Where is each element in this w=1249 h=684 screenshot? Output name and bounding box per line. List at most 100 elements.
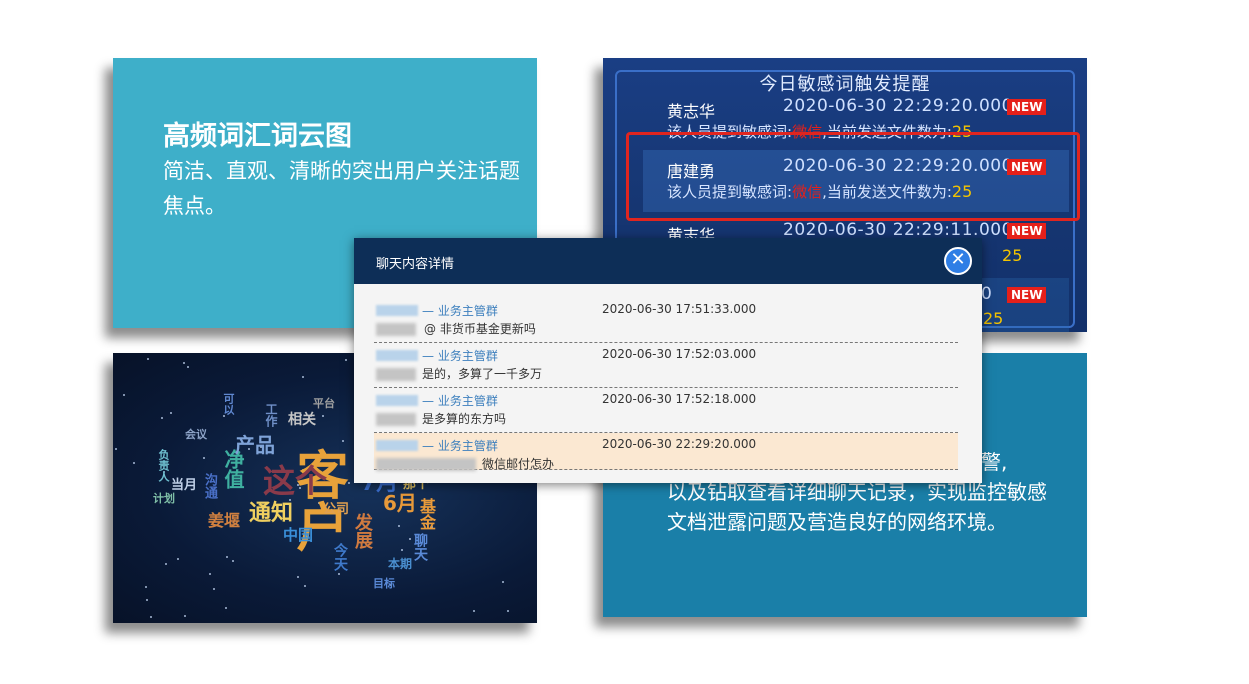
card-title: 高频词汇词云图 [163, 121, 352, 152]
word-cloud-word: 当月 [171, 478, 198, 493]
word-cloud-word: 今天 [332, 543, 348, 571]
blurred-sender [376, 395, 418, 406]
message-group: — 业务主管群 [422, 439, 498, 453]
message-group: — 业务主管群 [422, 304, 498, 318]
star [203, 457, 205, 459]
star [187, 366, 189, 368]
chat-message[interactable]: — 业务主管群 2020-06-30 17:52:18.000 是多算的东方吗 [374, 388, 958, 433]
word-cloud-word: 会议 [185, 428, 207, 441]
chat-message[interactable]: — 业务主管群 2020-06-30 17:52:03.000 是的，多算了一千… [374, 343, 958, 388]
alert-time: 2020-06-30 22:29:11.000 [783, 220, 1013, 240]
modal-header: 聊天内容详情 ✕ [354, 238, 982, 284]
message-time: 2020-06-30 17:52:03.000 [602, 347, 757, 361]
star [398, 525, 400, 527]
new-badge: NEW [1007, 223, 1047, 239]
word-cloud-word: 通知 [249, 501, 294, 526]
word-cloud-word: 平台 [313, 397, 335, 410]
alert-time: 2020-06-30 22:29:20.000 [783, 96, 1013, 116]
star [165, 563, 167, 565]
chat-message-highlighted[interactable]: — 业务主管群 2020-06-30 22:29:20.000 微信邮付怎办 [374, 433, 958, 471]
star [177, 558, 179, 560]
star [232, 560, 234, 562]
star [161, 417, 163, 419]
message-text: 微信邮付怎办 [482, 457, 555, 471]
chat-message[interactable]: — 业务主管群 2020-06-30 17:51:33.000 @ 非货币基金更… [374, 298, 958, 343]
blurred-receiver [376, 458, 476, 471]
word-cloud-word: 可以 [222, 393, 235, 415]
word-cloud-word: 公司 [323, 502, 350, 517]
star [115, 448, 117, 450]
close-icon[interactable]: ✕ [944, 247, 972, 275]
star [304, 585, 306, 587]
star [322, 415, 324, 417]
star [302, 376, 304, 378]
new-badge: NEW [1007, 287, 1047, 303]
word-cloud-word: 负责人 [157, 449, 170, 482]
message-time: 2020-06-30 17:51:33.000 [602, 302, 757, 316]
star [226, 556, 228, 558]
star [409, 538, 411, 540]
message-group: — 业务主管群 [422, 349, 498, 363]
blurred-receiver [376, 323, 416, 336]
star [507, 610, 509, 612]
star [184, 615, 186, 617]
new-badge: NEW [1007, 99, 1047, 115]
blurred-receiver [376, 413, 416, 426]
word-cloud-word: 基金 [417, 498, 436, 530]
message-text: 是的，多算了一千多万 [422, 367, 543, 381]
word-cloud-word: 相关 [288, 412, 316, 428]
star [209, 573, 211, 575]
file-count: 25 [1002, 246, 1023, 265]
star [297, 576, 299, 578]
blurred-sender [376, 440, 418, 451]
card-description: 简洁、直观、清晰的突出用户关注话题焦点。 [163, 159, 520, 218]
word-cloud-word: 目标 [373, 577, 395, 590]
star [223, 415, 225, 417]
star [183, 362, 185, 364]
star [473, 610, 475, 612]
star [338, 573, 340, 575]
word-cloud-word: 计划 [153, 492, 175, 505]
word-cloud-word: 工作 [264, 403, 278, 427]
star [345, 359, 347, 361]
star [170, 412, 172, 414]
word-cloud-word: 沟通 [202, 473, 217, 499]
star [123, 394, 125, 396]
star [146, 599, 148, 601]
file-count: 25 [983, 309, 1004, 328]
message-time: 2020-06-30 22:29:20.000 [602, 437, 757, 451]
word-cloud-word: 6月 [383, 491, 417, 515]
message-text: @ 非货币基金更新吗 [424, 322, 536, 336]
word-cloud-word: 姜堰 [208, 511, 241, 530]
word-cloud-word: 这个 [263, 462, 328, 500]
star [145, 586, 147, 588]
star [225, 607, 227, 609]
word-cloud-word: 产品 [235, 433, 275, 457]
alert-name: 黄志华 [667, 102, 716, 121]
blurred-receiver [376, 368, 416, 381]
selection-highlight-box [626, 132, 1080, 221]
star [342, 440, 344, 442]
description-rest: 以及钻取查看详细聊天记录，实现监控敏感文档泄露问题及营造良好的网络环境。 [667, 480, 1047, 534]
modal-title: 聊天内容详情 [376, 257, 455, 272]
star [133, 462, 135, 464]
word-cloud-word: 本期 [388, 557, 413, 571]
star [150, 616, 152, 618]
star [213, 588, 215, 590]
alert-detail: 25 [983, 309, 1003, 328]
word-cloud-word: 发展 [352, 513, 373, 549]
chat-detail-modal: 聊天内容详情 ✕ — 业务主管群 2020-06-30 17:51:33.000… [354, 238, 982, 483]
message-time: 2020-06-30 17:52:18.000 [602, 392, 757, 406]
star [147, 358, 149, 360]
blurred-sender [376, 350, 418, 361]
message-text: 是多算的东方吗 [422, 412, 507, 426]
star [348, 482, 350, 484]
alert-time: 0 [981, 284, 993, 304]
star [401, 549, 403, 551]
message-group: — 业务主管群 [422, 394, 498, 408]
chat-message-list[interactable]: — 业务主管群 2020-06-30 17:51:33.000 @ 非货币基金更… [354, 284, 982, 483]
word-cloud-word: 聊天 [412, 533, 428, 561]
blurred-sender [376, 305, 418, 316]
word-cloud-word: 中国 [283, 526, 314, 544]
star [502, 581, 504, 583]
